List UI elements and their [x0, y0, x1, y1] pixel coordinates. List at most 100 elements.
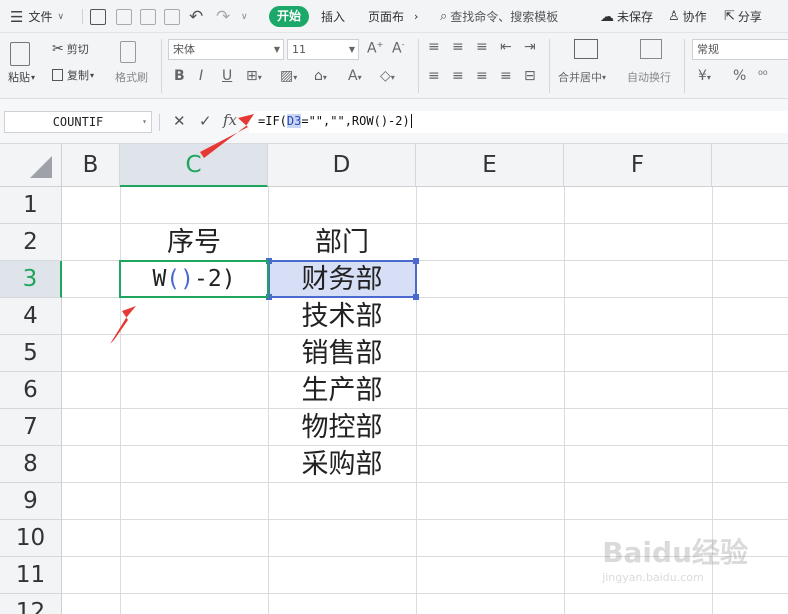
chevron-down-icon: ∨ — [57, 11, 65, 22]
number-format-select[interactable]: 常规 — [692, 39, 788, 60]
name-box[interactable]: COUNTIF ▾ — [4, 111, 152, 133]
cloud-icon: ☁ — [600, 8, 614, 25]
merge-center-button[interactable]: 合并居中 ▾ — [558, 69, 606, 85]
decrease-font-icon[interactable]: A- — [392, 40, 404, 57]
align-bottom-icon[interactable]: ≡ — [476, 39, 488, 55]
cell-d8[interactable]: 采购部 — [268, 446, 416, 483]
align-center-icon[interactable]: ≡ — [452, 68, 464, 84]
font-color-icon[interactable]: ⌂▾ — [314, 68, 327, 84]
cell-c3-editing[interactable]: W()-2) — [120, 261, 268, 298]
tab-page-layout[interactable]: 页面布 — [368, 0, 404, 33]
decimal-icon[interactable]: ⁰⁰ — [758, 68, 768, 82]
format-painter-icon[interactable] — [120, 39, 146, 65]
cell-d5[interactable]: 销售部 — [268, 335, 416, 372]
increase-font-icon[interactable]: A+ — [367, 40, 383, 57]
distribute-icon[interactable]: ⊟ — [524, 68, 536, 84]
fx-icon[interactable]: fx — [223, 111, 237, 129]
bold-icon[interactable]: B — [174, 68, 185, 84]
text-cursor — [410, 114, 412, 128]
share-icon: ⇱ — [724, 9, 735, 24]
eraser-icon[interactable]: ◇▾ — [380, 68, 395, 84]
row-header-5[interactable]: 5 — [0, 335, 62, 372]
tab-home[interactable]: 开始 — [269, 6, 310, 27]
chevron-down-icon[interactable]: ∨ — [241, 0, 248, 33]
cell-d6[interactable]: 生产部 — [268, 372, 416, 409]
border-icon[interactable]: ⊞▾ — [246, 68, 262, 84]
wrap-text-button[interactable]: 自动换行 — [627, 69, 671, 85]
wrap-text-icon[interactable] — [640, 39, 662, 59]
align-middle-icon[interactable]: ≡ — [452, 39, 464, 55]
justify-icon[interactable]: ≡ — [500, 68, 512, 84]
name-box-value: COUNTIF — [52, 115, 104, 129]
cell-d4[interactable]: 技术部 — [268, 298, 416, 335]
row-header-12[interactable]: 12 — [0, 594, 62, 614]
row-header-2[interactable]: 2 — [0, 224, 62, 261]
divider — [82, 9, 83, 24]
confirm-icon[interactable]: ✓ — [199, 112, 212, 130]
text-color-icon[interactable]: A▾ — [348, 68, 362, 84]
row-header-6[interactable]: 6 — [0, 372, 62, 409]
chevron-down-icon: ▼ — [273, 45, 280, 54]
paste-button[interactable] — [10, 39, 40, 69]
export-icon[interactable] — [116, 0, 132, 33]
divider — [549, 39, 550, 93]
format-painter-label[interactable]: 格式刷 — [115, 69, 148, 85]
cut-button[interactable]: ✂ 剪切 — [52, 41, 89, 57]
redo-icon[interactable]: ↷ — [216, 0, 230, 33]
column-header-g[interactable] — [712, 144, 788, 187]
file-menu[interactable]: ☰ 文件 ∨ — [10, 0, 64, 33]
indent-increase-icon[interactable]: ⇥ — [524, 39, 536, 55]
cancel-icon[interactable]: ✕ — [173, 112, 186, 130]
tab-insert[interactable]: 插入 — [321, 0, 345, 33]
copy-button[interactable]: 复制 ▾ — [52, 67, 94, 83]
column-header-e[interactable]: E — [416, 144, 564, 187]
user-icon: ♙ — [668, 9, 680, 24]
cell-c2[interactable]: 序号 — [120, 224, 268, 261]
formula-input[interactable]: =IF(D3="","",ROW()-2) — [249, 111, 788, 133]
print-icon[interactable] — [140, 0, 156, 33]
unsaved-label: 未保存 — [617, 10, 654, 24]
percent-button[interactable]: % — [733, 68, 746, 84]
currency-button[interactable]: ¥▾ — [698, 68, 711, 84]
command-search[interactable]: ⌕ 查找命令、搜索模板 — [440, 0, 558, 33]
cell-d2[interactable]: 部门 — [268, 224, 416, 261]
share-button[interactable]: ⇱ 分享 — [724, 0, 762, 33]
scissors-icon: ✂ — [52, 41, 64, 57]
baidu-watermark: Baidu经验 jingyan.baidu.com — [602, 531, 748, 584]
cell-d7[interactable]: 物控部 — [268, 409, 416, 446]
align-right-icon[interactable]: ≡ — [476, 68, 488, 84]
paste-dropdown[interactable]: 粘贴 ▾ — [8, 69, 35, 85]
chevron-down-icon: ▾ — [602, 72, 607, 82]
select-all-corner[interactable] — [0, 144, 62, 187]
column-header-c[interactable]: C — [120, 144, 268, 187]
row-header-4[interactable]: 4 — [0, 298, 62, 335]
undo-icon[interactable]: ↶ — [189, 0, 203, 33]
row-header-8[interactable]: 8 — [0, 446, 62, 483]
row-header-11[interactable]: 11 — [0, 557, 62, 594]
underline-icon[interactable]: U — [222, 68, 232, 84]
font-name-select[interactable]: 宋体 ▼ — [168, 39, 284, 60]
unsaved-status[interactable]: ☁ 未保存 — [600, 0, 653, 33]
fill-color-icon[interactable]: ▨▾ — [280, 68, 297, 84]
cell-d3[interactable]: 财务部 — [268, 261, 416, 298]
align-top-icon[interactable]: ≡ — [428, 39, 440, 55]
row-header-7[interactable]: 7 — [0, 409, 62, 446]
divider — [159, 114, 160, 131]
preview-icon[interactable] — [164, 0, 180, 33]
column-header-f[interactable]: F — [564, 144, 712, 187]
chevron-right-icon[interactable]: › — [414, 0, 418, 33]
column-header-d[interactable]: D — [268, 144, 416, 187]
column-header-b[interactable]: B — [62, 144, 120, 187]
save-icon[interactable] — [90, 0, 106, 33]
currency-symbol: ¥ — [698, 68, 707, 84]
align-left-icon[interactable]: ≡ — [428, 68, 440, 84]
italic-icon[interactable]: I — [199, 68, 203, 84]
indent-decrease-icon[interactable]: ⇤ — [500, 39, 512, 55]
row-header-3[interactable]: 3 — [0, 261, 62, 298]
row-header-10[interactable]: 10 — [0, 520, 62, 557]
row-header-9[interactable]: 9 — [0, 483, 62, 520]
merge-center-icon[interactable] — [574, 39, 598, 59]
font-size-select[interactable]: 11 ▼ — [287, 39, 359, 60]
row-header-1[interactable]: 1 — [0, 187, 62, 224]
collaborate-button[interactable]: ♙ 协作 — [668, 0, 707, 33]
